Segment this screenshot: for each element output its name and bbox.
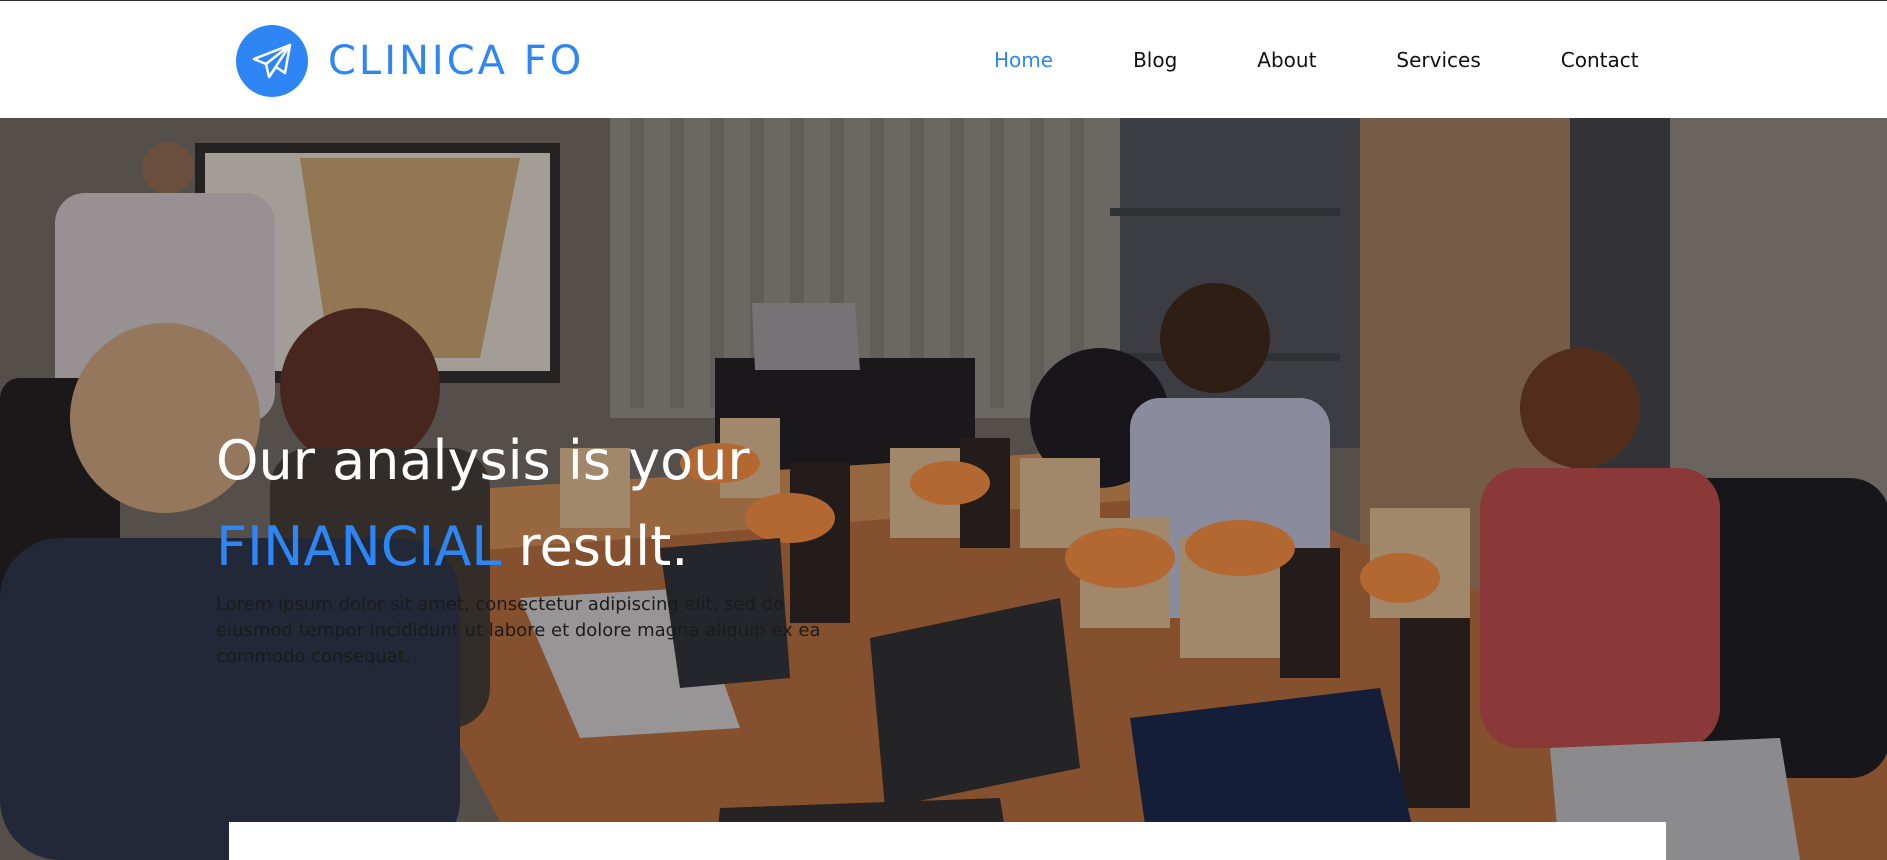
hero-title-accent: FINANCIAL <box>216 515 502 578</box>
hero-title-rest: result. <box>501 515 689 578</box>
nav-blog[interactable]: Blog <box>1133 48 1177 72</box>
nav-home[interactable]: Home <box>994 48 1053 72</box>
hero-description: Lorem ipsum dolor sit amet, consectetur … <box>216 594 821 667</box>
nav-contact[interactable]: Contact <box>1561 48 1639 72</box>
hero-title: Our analysis is your FINANCIAL result. <box>216 418 750 590</box>
content-card <box>229 822 1666 860</box>
paper-plane-icon <box>236 25 308 97</box>
hero-title-line1: Our analysis is your <box>216 429 750 492</box>
hero-section: Our analysis is your FINANCIAL result. L… <box>0 118 1887 860</box>
brand-logo-link[interactable]: CLINICA FO <box>236 25 584 97</box>
site-header: CLINICA FO Home Blog About Services Cont… <box>0 1 1887 118</box>
main-nav: Home Blog About Services Contact <box>994 1 1639 118</box>
brand-name: CLINICA FO <box>328 38 585 84</box>
nav-about[interactable]: About <box>1257 48 1316 72</box>
nav-services[interactable]: Services <box>1396 48 1480 72</box>
